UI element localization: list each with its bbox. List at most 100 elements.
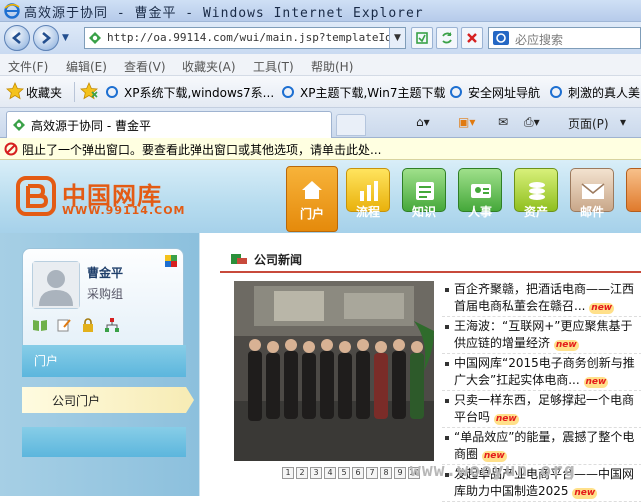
nav-more[interactable] — [626, 168, 641, 212]
history-dropdown-icon[interactable]: ▼ — [62, 33, 69, 43]
logo-url: WWW.99114.COM — [62, 204, 186, 217]
back-button[interactable] — [4, 25, 30, 51]
search-placeholder: 必应搜索 — [515, 33, 564, 47]
user-silhouette-icon — [33, 262, 79, 308]
print-icon[interactable]: ⎙▾ — [524, 115, 540, 130]
menu-file[interactable]: 文件(F) — [8, 58, 48, 75]
menu-edit[interactable]: 编辑(E) — [66, 58, 107, 75]
blocked-icon — [4, 142, 18, 156]
left-sidebar: 曹金平 采购组 门户 公司门户 — [0, 233, 199, 496]
news-item-title: 王海波：“互联网+”更应聚焦基于供应链的增量经济 — [454, 319, 633, 350]
org-chart-icon[interactable] — [104, 317, 120, 333]
ie-page-icon — [282, 86, 294, 98]
person-card-icon — [471, 184, 491, 198]
tab-current[interactable]: 高效源于协同 - 曹金平 — [6, 111, 332, 138]
nav-hr-label: 人事 — [467, 205, 492, 219]
new-tab-button[interactable] — [336, 114, 366, 136]
page-9[interactable]: 9 — [394, 467, 406, 479]
refresh-button[interactable] — [436, 27, 458, 49]
forward-button[interactable] — [33, 25, 59, 51]
page-8[interactable]: 8 — [380, 467, 392, 479]
menu-view[interactable]: 查看(V) — [124, 58, 166, 75]
menu-tools[interactable]: 工具(T) — [253, 58, 294, 75]
main-content: 公司新闻 1 2 3 4 5 6 7 8 9 10 百企齐聚赣，把酒话电商——江西首届电商私董会在… — [199, 233, 641, 502]
lock-icon[interactable] — [80, 317, 96, 333]
sidebar-item-portal[interactable]: 门户 — [22, 345, 186, 377]
read-mail-icon[interactable]: ✉ — [498, 115, 508, 129]
knowledge-icon — [416, 182, 434, 200]
mail-icon — [581, 183, 605, 199]
infobar-message: 阻止了一个弹出窗口。要查看此弹出窗口或其他选项，请单击此处... — [22, 143, 382, 157]
favorite-link-xp[interactable]: XP系统下载,windows7系... — [124, 84, 274, 101]
ie-page-icon — [550, 86, 562, 98]
add-favorite-icon[interactable] — [80, 82, 98, 100]
popup-blocked-infobar[interactable]: 阻止了一个弹出窗口。要查看此弹出窗口或其他选项，请单击此处... — [0, 138, 641, 160]
favorite-link-safe-nav[interactable]: 安全网址导航 — [468, 84, 540, 101]
nav-portal-active-label: 门户 — [299, 207, 324, 221]
news-item[interactable]: 王海波：“互联网+”更应聚焦基于供应链的增量经济 new — [442, 318, 641, 354]
page-4[interactable]: 4 — [324, 467, 336, 479]
home-icon[interactable]: ⌂▾ — [416, 115, 430, 129]
ie-page-icon — [450, 86, 462, 98]
news-item[interactable]: 百企齐聚赣，把酒话电商——江西首届电商私董会在赣召... new — [442, 281, 641, 317]
favorites-button[interactable]: 收藏夹 — [26, 84, 62, 101]
favorites-star-icon — [6, 82, 24, 100]
page-menu[interactable]: 页面(P) — [568, 115, 609, 132]
news-item-title: 只卖一样东西，足够撑起一个电商平台吗 — [454, 393, 635, 424]
theme-color-icon[interactable] — [165, 255, 177, 267]
news-photo[interactable] — [234, 281, 434, 461]
stop-button[interactable] — [461, 27, 483, 49]
page-menu-chevron-icon[interactable]: ▾ — [620, 115, 626, 129]
tab-bar: 高效源于协同 - 曹金平 ⌂▾ ▣▾ ✉ ⎙▾ 页面(P) ▾ — [0, 108, 641, 138]
nav-assets-label: 资产 — [523, 205, 548, 219]
menu-help[interactable]: 帮助(H) — [311, 58, 353, 75]
favorites-bar: 收藏夹 XP系统下载,windows7系... XP主题下载,Win7主题下载 … — [0, 76, 641, 108]
bing-search-icon — [493, 31, 509, 45]
page-1[interactable]: 1 — [282, 467, 294, 479]
new-badge: new — [572, 488, 598, 499]
page-7[interactable]: 7 — [366, 467, 378, 479]
news-item[interactable]: 只卖一样东西，足够撑起一个电商平台吗 new — [442, 392, 641, 428]
page-6[interactable]: 6 — [352, 467, 364, 479]
selected-arrow — [186, 387, 194, 413]
user-dept: 采购组 — [87, 287, 124, 301]
feeds-icon[interactable]: ▣▾ — [458, 115, 475, 129]
page-2[interactable]: 2 — [296, 467, 308, 479]
book-icon[interactable] — [32, 317, 48, 333]
favorite-link-other[interactable]: 刺激的真人美 — [568, 84, 640, 101]
user-name: 曹金平 — [87, 266, 124, 280]
photo-pager: 1 2 3 4 5 6 7 8 9 10 — [282, 464, 422, 479]
compat-icon — [416, 32, 428, 44]
nav-workflow-label: 流程 — [355, 205, 380, 219]
menu-bar: 文件(F) 编辑(E) 查看(V) 收藏夹(A) 工具(T) 帮助(H) — [0, 54, 641, 76]
edit-icon[interactable] — [56, 317, 72, 333]
user-quick-icons — [32, 317, 132, 335]
page-5[interactable]: 5 — [338, 467, 350, 479]
avatar[interactable] — [32, 261, 80, 309]
coins-icon — [529, 182, 545, 200]
sidebar-item-blank[interactable] — [22, 427, 186, 457]
sidebar-item-company-portal[interactable]: 公司门户 — [22, 387, 194, 413]
compat-view-button[interactable] — [411, 27, 433, 49]
page-3[interactable]: 3 — [310, 467, 322, 479]
new-badge: new — [493, 414, 519, 425]
search-input[interactable]: 必应搜索 — [488, 27, 641, 49]
ie-page-icon — [106, 86, 118, 98]
forward-arrow-icon — [42, 32, 52, 44]
window-title: 高效源于协同 - 曹金平 - Windows Internet Explorer — [24, 6, 424, 21]
news-item[interactable]: 中国网库“2015电子商务创新与推广大会”扛起实体电商... new — [442, 355, 641, 391]
address-url: http://oa.99114.com/wui/main.jsp?templat… — [107, 31, 406, 44]
watermark: www.wooyun.org — [410, 460, 576, 481]
favorite-link-theme[interactable]: XP主题下载,Win7主题下载 — [300, 84, 445, 101]
news-title-icon — [231, 254, 247, 264]
favorites-separator — [74, 82, 75, 102]
ie-logo-icon — [4, 3, 20, 19]
address-field[interactable]: http://oa.99114.com/wui/main.jsp?templat… — [84, 27, 406, 49]
sidebar-item-company-portal-label: 公司门户 — [52, 394, 101, 408]
window-titlebar: 高效源于协同 - 曹金平 - Windows Internet Explorer — [0, 0, 641, 22]
news-title: 公司新闻 — [254, 253, 303, 267]
menu-favorites[interactable]: 收藏夹(A) — [182, 58, 236, 75]
back-arrow-icon — [11, 32, 21, 44]
address-dropdown-icon[interactable]: ▼ — [389, 28, 405, 48]
new-badge: new — [589, 303, 615, 314]
